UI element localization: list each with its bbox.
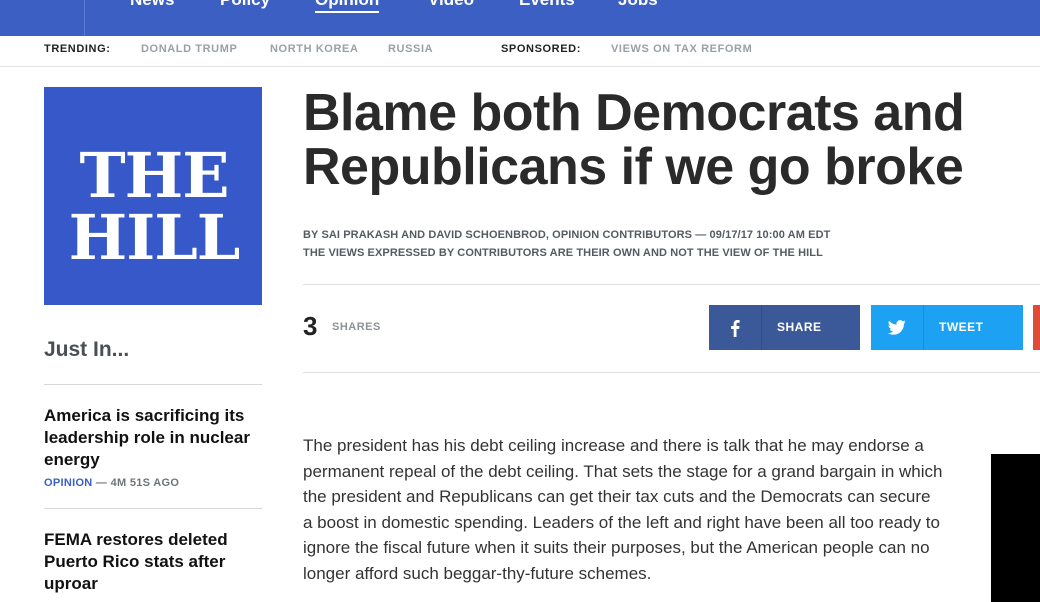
logo-line-2: HILL [68, 201, 241, 274]
nav-item-video[interactable]: Video [428, 0, 474, 10]
twitter-tweet-label: TWEET [939, 320, 984, 334]
header-divider [303, 284, 1040, 285]
sidebar-divider [44, 508, 262, 509]
the-hill-logo[interactable]: THE HILL [44, 87, 262, 305]
nav-item-policy[interactable]: Policy [220, 0, 270, 10]
just-in-heading: Just In... [44, 338, 130, 361]
share-count: 3 [303, 311, 318, 341]
top-nav-bar: News Policy Opinion Video Events Jobs [0, 0, 1040, 36]
share-count-label: SHARES [332, 321, 381, 333]
just-in-category[interactable]: OPINION [44, 477, 93, 489]
nav-item-events[interactable]: Events [519, 0, 575, 10]
just-in-headline[interactable]: America is sacrificing its leadership ro… [44, 405, 262, 471]
trending-link-donald-trump[interactable]: DONALD TRUMP [141, 43, 237, 55]
nav-item-news[interactable]: News [130, 0, 174, 10]
twitter-icon [871, 305, 923, 350]
nav-divider [84, 0, 85, 36]
facebook-share-button[interactable]: SHARE [709, 305, 860, 350]
twitter-tweet-button[interactable]: TWEET [871, 305, 1023, 350]
article-body-paragraph: The president has his debt ceiling incre… [303, 436, 943, 583]
article-headline: Blame both Democrats and Republicans if … [303, 84, 965, 196]
button-separator [761, 305, 762, 350]
article-disclaimer: THE VIEWS EXPRESSED BY CONTRIBUTORS ARE … [303, 247, 823, 259]
nav-item-opinion[interactable]: Opinion [315, 0, 380, 13]
sponsored-link[interactable]: VIEWS ON TAX REFORM [611, 43, 752, 55]
email-share-button[interactable] [1033, 305, 1040, 350]
facebook-share-label: SHARE [777, 320, 822, 334]
trending-bar: TRENDING: DONALD TRUMP NORTH KOREA RUSSI… [0, 36, 1040, 67]
just-in-meta: OPINION — 4M 51S AGO [44, 477, 179, 489]
logo-line-1: THE [79, 139, 230, 212]
facebook-icon [709, 305, 761, 350]
just-in-headline[interactable]: FEMA restores deleted Puerto Rico stats … [44, 529, 262, 595]
sidebar-divider [44, 384, 262, 385]
share-row-divider [303, 372, 1040, 373]
trending-label: TRENDING: [44, 43, 111, 55]
video-player-panel[interactable] [991, 454, 1040, 602]
trending-link-north-korea[interactable]: NORTH KOREA [270, 43, 359, 55]
nav-item-jobs[interactable]: Jobs [618, 0, 658, 10]
menu-icon[interactable] [28, 0, 48, 2]
article-byline: BY SAI PRAKASH AND DAVID SCHOENBROD, OPI… [303, 229, 831, 241]
logo-wordmark: THE HILL [52, 145, 256, 269]
sponsored-label: SPONSORED: [501, 43, 581, 55]
button-separator [923, 305, 924, 350]
just-in-timestamp: — 4M 51S AGO [95, 477, 180, 489]
trending-link-russia[interactable]: RUSSIA [388, 43, 433, 55]
